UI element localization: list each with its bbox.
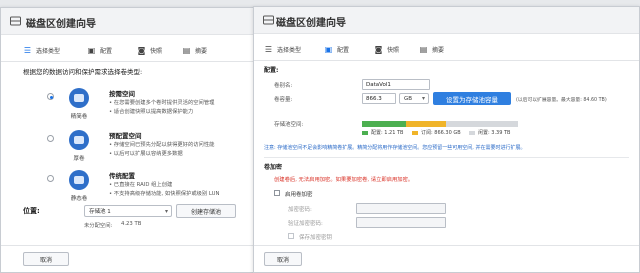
storage-icon	[10, 16, 21, 26]
create-pool-button[interactable]: 创建存储池	[176, 204, 236, 218]
confirm-password-label: 验证加密密码:	[288, 221, 323, 227]
radio-static[interactable]	[47, 175, 54, 182]
password-label: 加密密码:	[288, 207, 312, 213]
snapshot-icon: ◙	[374, 44, 383, 54]
storage-icon	[263, 15, 274, 25]
footer: 取消	[1, 245, 254, 272]
footer: 取消	[254, 245, 639, 272]
enable-encryption-checkbox[interactable]	[274, 190, 280, 196]
title-bar: 磁盘区创建向导	[254, 7, 639, 34]
chevron-down-icon: ▾	[164, 208, 168, 215]
enable-encryption-label: 启用卷加密	[285, 192, 313, 198]
bar-segment-subscribed	[405, 121, 447, 127]
legend-subscribed: 订阅: 866.30 GB	[412, 129, 461, 136]
pool-space-label: 存储池空间:	[274, 122, 304, 128]
unallocated-value: 4.23 TB	[121, 221, 142, 227]
capacity-input[interactable]: 866.3	[362, 93, 396, 104]
encryption-section-title: 卷加密	[264, 164, 283, 171]
volume-name-input[interactable]: DataVol1	[362, 79, 430, 90]
list-icon: ☰	[264, 44, 273, 54]
radio-thick[interactable]	[47, 135, 54, 142]
summary-icon: ▤	[419, 44, 428, 54]
confirm-password-input[interactable]	[356, 217, 446, 228]
set-max-capacity-button[interactable]: 设置为存储池容量	[433, 92, 511, 105]
legend-free: 闲置: 3.39 TB	[469, 129, 511, 136]
window-title: 磁盘区创建向导	[26, 19, 96, 30]
thin-volume-icon	[69, 88, 89, 108]
wizard-steps: ☰ 选择类型 ▣ 配置 ◙ 快照 ▤ 摘要	[1, 36, 254, 62]
intro-text: 根据您的数据访问和保护需求选择卷类型:	[23, 68, 143, 76]
location-label: 位置:	[23, 207, 40, 215]
chevron-down-icon: ▾	[421, 95, 425, 102]
config-icon: ▣	[87, 45, 96, 55]
legend-swatch	[469, 130, 475, 135]
legend-swatch	[412, 130, 418, 135]
wizard-window-left: 磁盘区创建向导 ☰ 选择类型 ▣ 配置 ◙ 快照 ▤ 摘要 根据您的数据访问和保…	[0, 7, 255, 273]
step-snapshot[interactable]: ◙ 快照	[137, 44, 162, 56]
unallocated-label: 未分配空间:	[84, 223, 113, 229]
step-summary[interactable]: ▤ 摘要	[182, 44, 207, 56]
step-config[interactable]: ▣ 配置	[87, 44, 112, 56]
password-input[interactable]	[356, 203, 446, 214]
list-icon: ☰	[23, 45, 32, 55]
save-key-checkbox[interactable]	[288, 233, 294, 239]
cancel-button[interactable]: 取消	[23, 252, 69, 266]
capacity-unit-select[interactable]: GB ▾	[399, 93, 429, 104]
cancel-button[interactable]: 取消	[264, 252, 302, 266]
wizard-window-right: 磁盘区创建向导 ☰ 选择类型 ▣ 配置 ◙ 快照 ▤ 摘要 配置: 卷别名: D…	[253, 6, 640, 273]
step-summary[interactable]: ▤ 摘要	[419, 43, 444, 55]
window-title: 磁盘区创建向导	[276, 18, 346, 29]
save-key-label: 保存加密密钥	[299, 235, 333, 241]
radio-thin[interactable]	[47, 93, 54, 100]
static-volume-icon	[69, 170, 89, 190]
step-select-type[interactable]: ☰ 选择类型	[264, 43, 301, 55]
snapshot-icon: ◙	[137, 45, 146, 55]
wizard-steps: ☰ 选择类型 ▣ 配置 ◙ 快照 ▤ 摘要	[254, 35, 639, 61]
capacity-hint: (以后可以扩展容量。最大容量: 84.60 TB)	[516, 98, 607, 103]
volume-option-static[interactable]: 静态卷 传统配置 • 已直接在 RAID 组上创建 • 不支持高级存储功能, 如…	[47, 170, 252, 208]
legend-swatch	[362, 130, 368, 135]
location-select[interactable]: 存储池 1 ▾	[84, 205, 172, 217]
capacity-label: 卷容量:	[274, 97, 293, 103]
pool-usage-bar	[362, 121, 518, 127]
thick-volume-icon	[69, 130, 89, 150]
legend-allocated: 配置: 1.21 TB	[362, 129, 404, 136]
volume-option-thin[interactable]: 精简卷 按需空间 • 在您需要创建多个卷时提供灵活的空间管理 • 适合创建快照以…	[47, 88, 252, 126]
step-config[interactable]: ▣ 配置	[324, 43, 349, 55]
volume-option-thick[interactable]: 厚卷 预配置空间 • 存储空间已预先分配以获得更好的访问性能 • 以后可以扩展以…	[47, 130, 252, 168]
config-section-title: 配置:	[264, 67, 279, 74]
pool-note: 注意: 存储池空间不足会影响精简卷扩展。精简分配将用作存储池空间。您应预留一些可…	[264, 145, 526, 151]
title-bar: 磁盘区创建向导	[1, 8, 254, 35]
volume-name-label: 卷别名:	[274, 83, 293, 89]
bar-segment-free	[446, 121, 518, 127]
summary-icon: ▤	[182, 45, 191, 55]
config-icon: ▣	[324, 44, 333, 54]
divider	[264, 157, 629, 158]
step-select-type[interactable]: ☰ 选择类型	[23, 44, 60, 56]
step-snapshot[interactable]: ◙ 快照	[374, 43, 399, 55]
encryption-warning: 创建卷后, 无法启用加密。如果要加密卷, 请立即启用加密。	[274, 177, 414, 183]
bar-segment-allocated	[362, 121, 406, 127]
